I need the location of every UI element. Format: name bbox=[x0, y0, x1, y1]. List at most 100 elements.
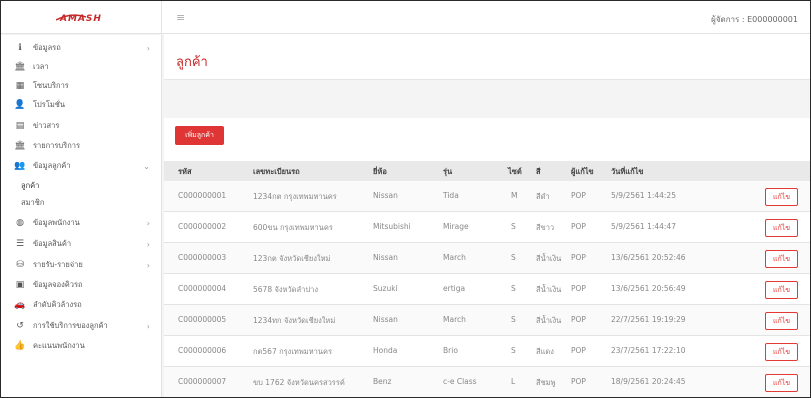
cell-editor: POP bbox=[571, 191, 586, 200]
sidebar-item-employee-info[interactable]: ◍ ข้อมูลพนักงาน › bbox=[13, 215, 158, 231]
cell-brand: Nissan bbox=[373, 253, 398, 262]
sidebar-item-income-expense[interactable]: ⛁ รายรับ-รายจ่าย › bbox=[13, 257, 158, 273]
sidebar-item-booking[interactable]: ▣ ข้อมูลจองคิวรถ bbox=[13, 277, 158, 293]
title-card: ลูกค้า bbox=[164, 34, 810, 80]
edit-button[interactable]: แก้ไข bbox=[765, 281, 798, 299]
cell-plate: 123กต จังหวัดเชียงใหม่ bbox=[253, 254, 331, 263]
cell-color: สีดำ bbox=[536, 192, 550, 201]
sidebar-item-customer-info[interactable]: 👥 ข้อมูลลูกค้า ⌄ bbox=[13, 158, 158, 174]
chevron-right-icon: › bbox=[146, 43, 150, 53]
sidebar-item-wash-queue[interactable]: 🚗 ลำดับคิวล้างรถ bbox=[13, 297, 158, 313]
column-header-color: สี bbox=[536, 167, 541, 176]
car-icon: 🚗 bbox=[14, 300, 26, 310]
thumbs-up-icon: 👍 bbox=[14, 341, 26, 351]
cell-brand: Nissan bbox=[373, 191, 398, 200]
top-bar: AMASH ≡ ผู้จัดการ : E000000001 bbox=[1, 1, 810, 34]
sidebar-item-label: ข้อมูลรถ bbox=[33, 43, 61, 52]
column-header-id: รหัส bbox=[178, 167, 192, 176]
logo: AMASH bbox=[56, 12, 102, 24]
cell-plate: 600ขน กรุงเทพมหานคร bbox=[253, 223, 333, 232]
cell-plate: 1234กต กรุงเทพมหานคร bbox=[253, 192, 337, 201]
chevron-right-icon: › bbox=[146, 239, 150, 249]
sidebar-item-label: รายรับ-รายจ่าย bbox=[33, 260, 83, 269]
sidebar-subitem-member[interactable]: สมาชิก bbox=[21, 197, 44, 209]
sidebar-item-label: ลำดับคิวล้างรถ bbox=[33, 300, 82, 309]
sidebar-item-label: การใช้บริการของลูกค้า bbox=[33, 321, 108, 330]
coins-icon: ⛁ bbox=[16, 260, 24, 270]
cell-brand: Mitsubishi bbox=[373, 222, 411, 231]
cell-model: Mirage bbox=[443, 222, 469, 231]
cell-id: C000000006 bbox=[178, 346, 227, 355]
cell-brand: Nissan bbox=[373, 315, 398, 324]
sidebar-item-label: ข้อมูลจองคิวรถ bbox=[33, 280, 83, 289]
manager-label[interactable]: ผู้จัดการ : E000000001 bbox=[711, 13, 798, 26]
cell-brand: Benz bbox=[373, 377, 392, 386]
sidebar-item-time[interactable]: 🏛 เวลา bbox=[13, 59, 158, 75]
cell-brand: Honda bbox=[373, 346, 398, 355]
calendar-icon: ▣ bbox=[15, 280, 25, 290]
cell-model: March bbox=[443, 315, 466, 324]
edit-button[interactable]: แก้ไข bbox=[765, 188, 798, 206]
cell-size: S bbox=[511, 222, 516, 231]
cell-editor: POP bbox=[571, 315, 586, 324]
sidebar: ℹ ข้อมูลรถ › 🏛 เวลา ▦ โซนบริการ 👤 โปรโมช… bbox=[1, 35, 162, 397]
cell-color: สีขาว bbox=[536, 223, 555, 232]
column-header-editor: ผู้แก้ไข bbox=[571, 167, 594, 176]
cell-plate: ขบ 1762 จังหวัดนครสวรรค์ bbox=[253, 378, 345, 387]
sidebar-item-label: ข้อมูลลูกค้า bbox=[33, 161, 71, 170]
edit-button[interactable]: แก้ไข bbox=[765, 219, 798, 237]
table-row: C000000002 600ขน กรุงเทพมหานคร Mitsubish… bbox=[164, 212, 810, 243]
sidebar-item-customer-service[interactable]: ↺ การใช้บริการของลูกค้า › bbox=[13, 318, 158, 334]
edit-button[interactable]: แก้ไข bbox=[765, 312, 798, 330]
logo-swoosh-icon bbox=[56, 13, 87, 21]
cell-id: C000000001 bbox=[178, 191, 227, 200]
users-icon: 👥 bbox=[14, 161, 26, 171]
table-row: C000000003 123กต จังหวัดเชียงใหม่ Nissan… bbox=[164, 243, 810, 274]
sidebar-subitem-customer[interactable]: ลูกค้า bbox=[21, 180, 39, 192]
column-header-brand: ยี่ห้อ bbox=[373, 167, 387, 176]
cell-editor: POP bbox=[571, 284, 586, 293]
bank-icon: 🏛 bbox=[14, 141, 26, 151]
logo-area[interactable]: AMASH bbox=[1, 1, 162, 34]
user-plus-icon: 👤 bbox=[14, 100, 26, 110]
cell-model: Brio bbox=[443, 346, 458, 355]
sidebar-item-label: โซนบริการ bbox=[33, 81, 69, 90]
column-header-size: ไซต์ bbox=[508, 167, 522, 176]
cell-size: S bbox=[511, 346, 516, 355]
cell-plate: 5678 จังหวัดลำปาง bbox=[253, 285, 318, 294]
cell-edit-date: 13/6/2561 20:56:49 bbox=[611, 284, 686, 293]
cell-size: S bbox=[511, 315, 516, 324]
sidebar-item-product-info[interactable]: ☰ ข้อมูลสินค้า › bbox=[13, 236, 158, 252]
cell-color: สีน้ำเงิน bbox=[536, 254, 562, 263]
sidebar-item-employee-score[interactable]: 👍 คะแนนพนักงาน bbox=[13, 338, 158, 354]
sidebar-item-news[interactable]: ▤ ข่าวสาร bbox=[13, 118, 158, 134]
cell-size: S bbox=[511, 284, 516, 293]
sidebar-item-label: ข่าวสาร bbox=[33, 121, 60, 130]
table-row: C000000007 ขบ 1762 จังหวัดนครสวรรค์ Benz… bbox=[164, 367, 810, 397]
cell-size: M bbox=[511, 191, 518, 200]
edit-button[interactable]: แก้ไข bbox=[765, 250, 798, 268]
cell-plate: 1234ทก จังหวัดเชียงใหม่ bbox=[253, 316, 336, 325]
history-icon: ↺ bbox=[16, 321, 24, 331]
column-header-model: รุ่น bbox=[443, 167, 453, 176]
grid-icon: ▦ bbox=[15, 81, 25, 91]
hamburger-menu-icon[interactable]: ≡ bbox=[176, 11, 185, 24]
cell-editor: POP bbox=[571, 377, 586, 386]
cell-edit-date: 22/7/2561 19:19:29 bbox=[611, 315, 686, 324]
add-customer-button[interactable]: เพิ่มลูกค้า bbox=[175, 126, 224, 145]
cell-color: สีน้ำเงิน bbox=[536, 316, 562, 325]
chevron-right-icon: › bbox=[146, 260, 150, 270]
sidebar-item-car-info[interactable]: ℹ ข้อมูลรถ › bbox=[13, 40, 158, 56]
edit-button[interactable]: แก้ไข bbox=[765, 343, 798, 361]
sidebar-item-promotion[interactable]: 👤 โปรโมชั่น bbox=[13, 97, 158, 113]
sidebar-item-label: ข้อมูลสินค้า bbox=[33, 239, 72, 248]
cell-model: ertiga bbox=[443, 284, 466, 293]
cell-id: C000000007 bbox=[178, 377, 227, 386]
cell-id: C000000004 bbox=[178, 284, 227, 293]
cell-plate: กต567 กรุงเทพมหานคร bbox=[253, 347, 333, 356]
sidebar-item-service-list[interactable]: 🏛 รายการบริการ bbox=[13, 138, 158, 154]
cell-editor: POP bbox=[571, 253, 586, 262]
cell-id: C000000003 bbox=[178, 253, 227, 262]
sidebar-item-service-zone[interactable]: ▦ โซนบริการ bbox=[13, 78, 158, 94]
edit-button[interactable]: แก้ไข bbox=[765, 374, 798, 392]
